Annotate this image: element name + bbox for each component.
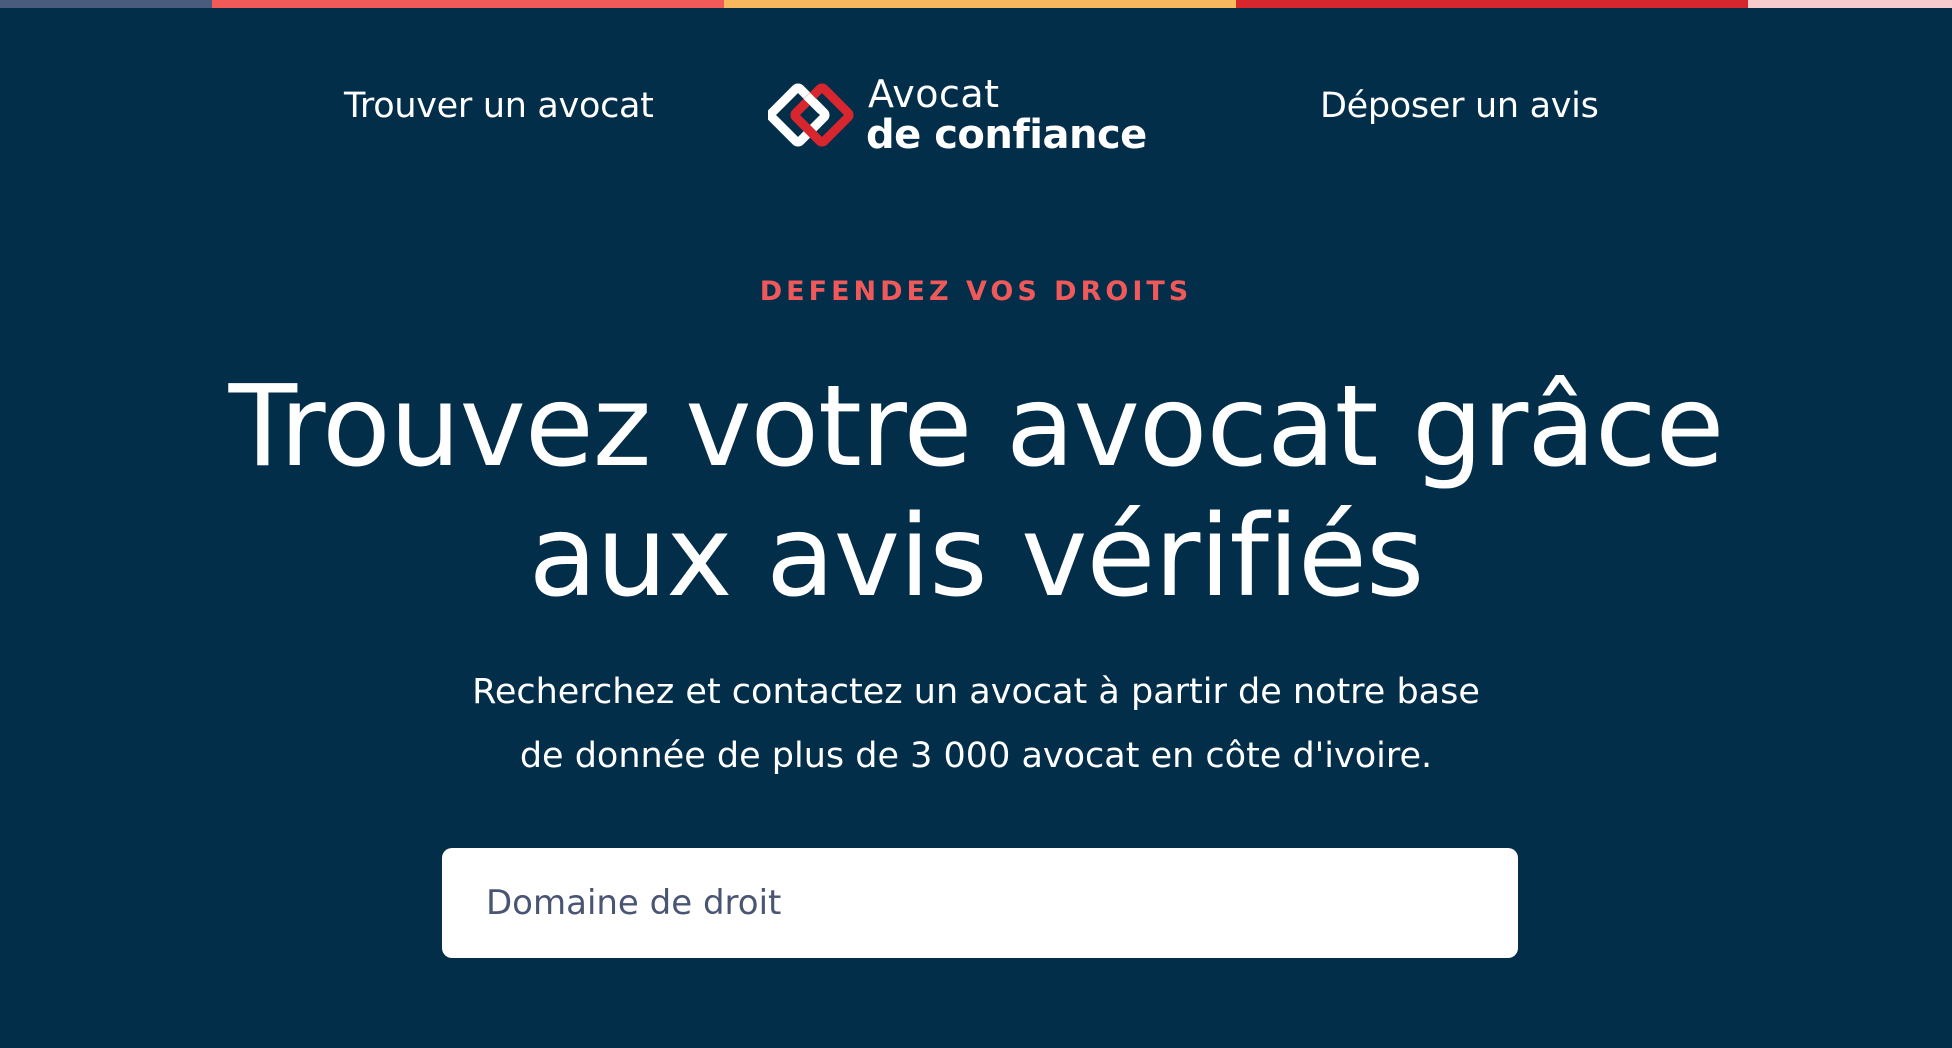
logo-text-de-confiance: de confiance — [866, 112, 1147, 158]
hero-headline-line2: aux avis vérifiés — [528, 492, 1425, 622]
hero-subtitle-line1: Recherchez et contactez un avocat à part… — [472, 672, 1480, 712]
hero-eyebrow: DEFENDEZ VOS DROITS — [759, 276, 1193, 307]
hero-headline: Trouvez votre avocat grâce aux avis véri… — [0, 362, 1952, 622]
hero-headline-line1: Trouvez votre avocat grâce — [228, 362, 1725, 492]
search-box — [442, 848, 1518, 958]
logo-text-avocat: Avocat — [868, 72, 1000, 116]
site-header: Trouver un avocat Avocat de confiance Dé… — [0, 0, 1952, 200]
law-domain-search-input[interactable] — [484, 882, 1476, 924]
nav-link-post-review[interactable]: Déposer un avis — [1320, 86, 1599, 126]
nav-link-find-lawyer[interactable]: Trouver un avocat — [344, 86, 654, 126]
hero-subtitle: Recherchez et contactez un avocat à part… — [426, 660, 1526, 788]
hero-subtitle-line2: de donnée de plus de 3 000 avocat en côt… — [519, 736, 1433, 776]
logo-diamond-icon — [768, 83, 854, 147]
site-logo[interactable]: Avocat de confiance — [768, 72, 1168, 160]
